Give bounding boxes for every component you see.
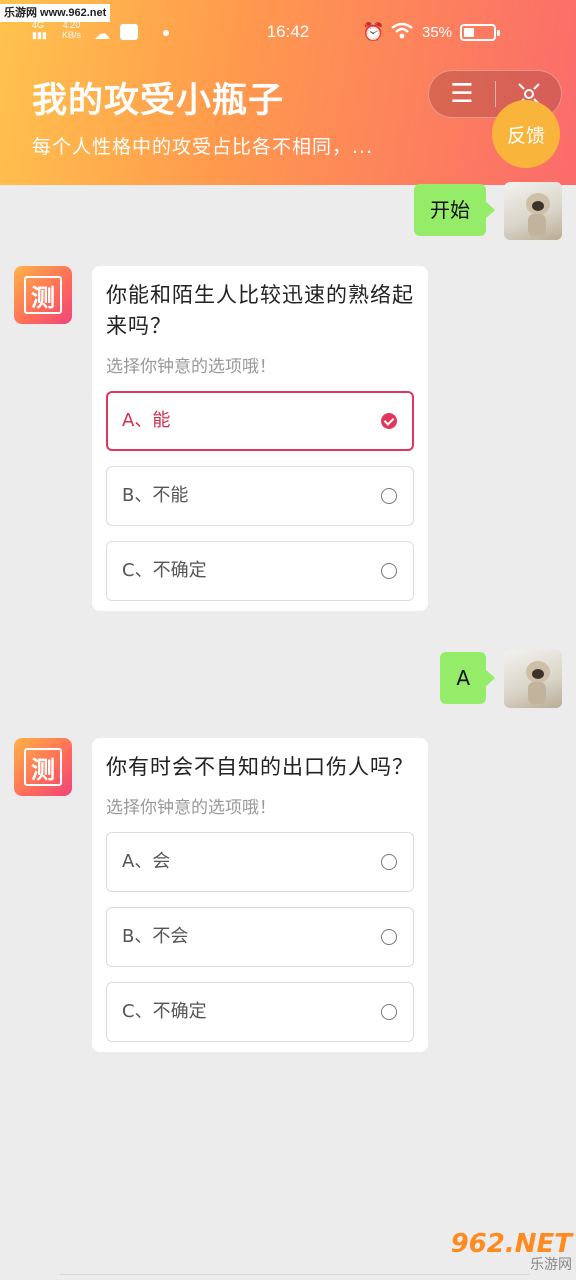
option-c[interactable]: C、不确定 bbox=[106, 541, 414, 601]
question-card: 你有时会不自知的出口伤人吗？ 选择你钟意的选项哦！ A、会 B、不会 C、不确定 bbox=[92, 738, 428, 1052]
option-b[interactable]: B、不能 bbox=[106, 466, 414, 526]
question-hint: 选择你钟意的选项哦！ bbox=[106, 357, 276, 377]
option-label: A、能 bbox=[122, 410, 171, 431]
watermark-top: 乐游网 www.962.net bbox=[0, 4, 111, 22]
user-bubble: 开始 bbox=[414, 184, 495, 236]
option-a[interactable]: A、能 bbox=[106, 391, 414, 451]
option-label: C、不确定 bbox=[122, 560, 207, 581]
app-header: 4G ▮▮▮ 4.20 KB/s ☁ 16:42 ⏰ 35% 我的攻受小瓶子 每… bbox=[0, 0, 576, 185]
menu-button[interactable]: ☰ bbox=[429, 71, 495, 117]
question-text: 你有时会不自知的出口伤人吗？ bbox=[106, 755, 414, 779]
radio-icon bbox=[381, 563, 397, 579]
option-label: A、会 bbox=[122, 851, 171, 872]
option-b[interactable]: B、不会 bbox=[106, 907, 414, 967]
watermark-logo: 962.NET 乐游网 bbox=[440, 1228, 572, 1276]
radio-icon bbox=[381, 1004, 397, 1020]
battery-fill bbox=[464, 28, 474, 37]
radio-icon bbox=[381, 929, 397, 945]
bot-avatar: 测 bbox=[14, 738, 72, 796]
user-avatar[interactable] bbox=[504, 650, 562, 708]
watermark-logo-text: 962.NET bbox=[450, 1229, 572, 1259]
bot-avatar-char: 测 bbox=[24, 748, 62, 786]
radio-icon bbox=[381, 488, 397, 504]
question-text: 你能和陌生人比较迅速的熟络起来吗？ bbox=[106, 283, 414, 338]
user-message: A bbox=[440, 650, 562, 708]
watermark-sub-text: 乐游网 bbox=[530, 1257, 572, 1273]
checked-radio-icon bbox=[381, 413, 397, 429]
page-title: 我的攻受小瓶子 bbox=[32, 81, 285, 121]
page-subtitle: 每个人性格中的攻受占比各不相同，... bbox=[32, 136, 374, 158]
option-label: C、不确定 bbox=[122, 1001, 207, 1022]
option-label: B、不会 bbox=[122, 926, 189, 947]
status-bar: 4G ▮▮▮ 4.20 KB/s ☁ 16:42 ⏰ 35% bbox=[0, 18, 576, 50]
user-avatar[interactable] bbox=[504, 182, 562, 240]
option-a[interactable]: A、会 bbox=[106, 832, 414, 892]
battery-icon bbox=[460, 24, 500, 41]
bottom-divider bbox=[60, 1274, 530, 1280]
menu-icon: ☰ bbox=[450, 79, 474, 109]
question-hint: 选择你钟意的选项哦！ bbox=[106, 798, 276, 818]
radio-icon bbox=[381, 854, 397, 870]
battery-percent: 35% bbox=[422, 24, 453, 41]
user-bubble: A bbox=[440, 652, 495, 704]
option-c[interactable]: C、不确定 bbox=[106, 982, 414, 1042]
question-card: 你能和陌生人比较迅速的熟络起来吗？ 选择你钟意的选项哦！ A、能 B、不能 C、… bbox=[92, 266, 428, 611]
option-label: B、不能 bbox=[122, 485, 189, 506]
alarm-icon: ⏰ bbox=[362, 22, 385, 42]
wifi-icon bbox=[390, 20, 414, 48]
bot-avatar: 测 bbox=[14, 266, 72, 324]
feedback-button[interactable]: 反馈 bbox=[492, 100, 560, 168]
bot-avatar-char: 测 bbox=[24, 276, 62, 314]
user-message: 开始 bbox=[414, 182, 562, 240]
